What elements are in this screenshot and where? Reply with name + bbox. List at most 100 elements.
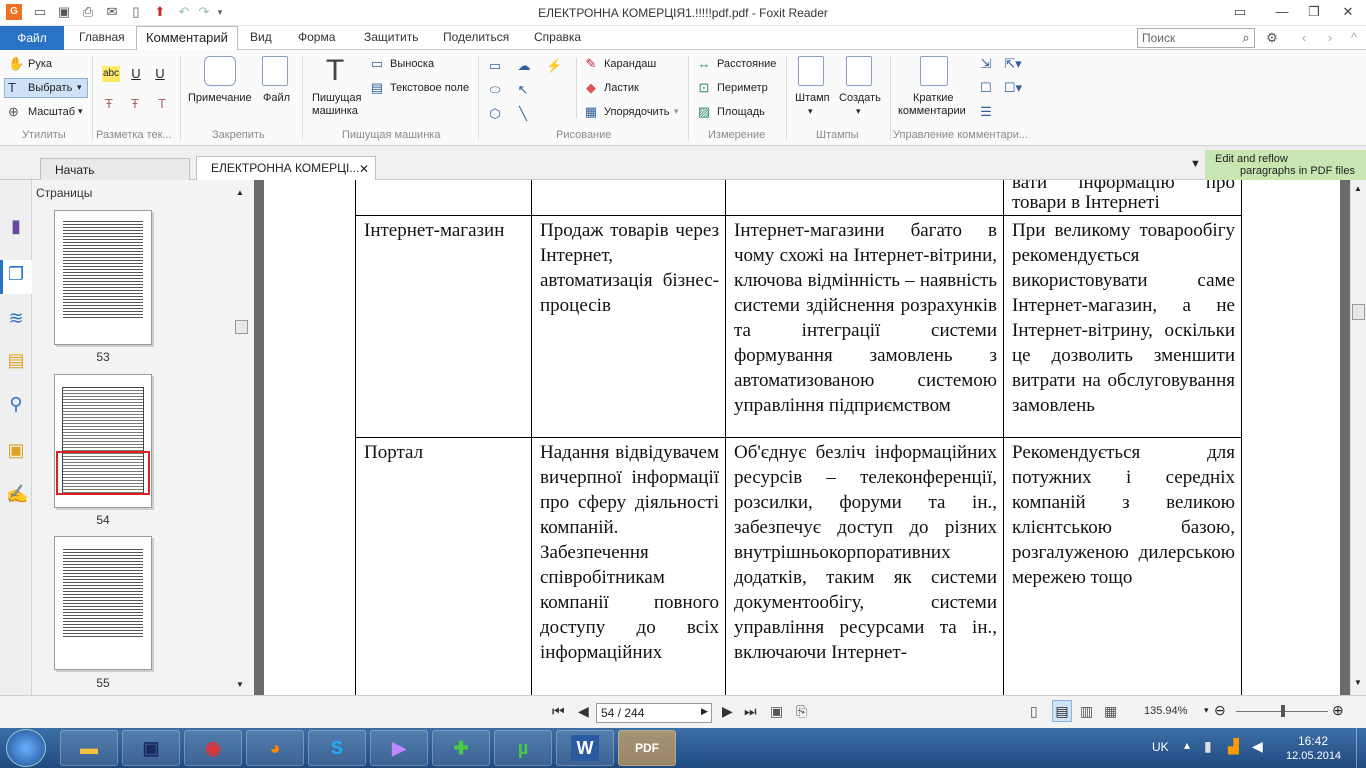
puzzle-app-taskbar-button[interactable]: ✚ [432,730,490,766]
show-hidden-icons-icon[interactable]: ▴ [1184,738,1190,752]
zoom-dropdown-icon[interactable]: ▾ [78,106,83,117]
summary-icon[interactable] [920,56,948,86]
pages-scroll-thumb[interactable] [235,320,248,334]
polyline-icon[interactable]: ⚡ [546,58,562,74]
tabs-dropdown-icon[interactable]: ▼ [1190,158,1201,170]
pages-scrollbar[interactable]: ▲ ▼ [234,186,250,691]
callout-button[interactable]: Выноска [390,58,434,70]
promo-banner[interactable]: Edit and reflow paragraphs in PDF files [1205,150,1366,180]
zoom-dropdown-icon[interactable]: ▾ [1204,705,1209,716]
ribbon-toggle-icon[interactable]: ▭ [1226,2,1254,22]
page-dropdown-icon[interactable]: ▶ [701,706,708,717]
volume-icon[interactable]: ◀ [1252,738,1263,755]
tab-document[interactable]: ЕЛЕКТРОННА КОМЕРЦІ... ✕ [196,156,376,181]
file-attach-icon[interactable] [262,56,288,86]
word-taskbar-button[interactable]: W [556,730,614,766]
select-dropdown-icon[interactable]: ▾ [77,82,82,93]
scroll-down-icon[interactable]: ▼ [236,680,244,689]
clock-date[interactable]: 12.05.2014 [1286,750,1341,762]
maximize-button[interactable]: ❐ [1300,2,1328,22]
forward-icon[interactable]: › [1322,30,1338,46]
skype-taskbar-button[interactable]: S [308,730,366,766]
tab-protect[interactable]: Защитить [364,30,418,44]
tab-view[interactable]: Вид [250,30,272,44]
next-page-icon[interactable]: ▶ [722,703,733,720]
minimize-button[interactable]: — [1268,2,1296,22]
gear-icon[interactable]: ⚙ [1264,30,1280,46]
firefox-taskbar-button[interactable]: ◕ [246,730,304,766]
stamp-icon[interactable] [798,56,824,86]
doc-scroll-down-icon[interactable]: ▼ [1354,678,1362,687]
signature-icon[interactable]: ✍ [6,485,28,503]
scroll-up-icon[interactable]: ▲ [236,188,244,197]
comment-export-icon[interactable]: ⇱▾ [1002,56,1024,72]
rectangle-icon[interactable]: ▭ [488,58,502,74]
continuous-view-icon[interactable]: ▤ [1052,700,1072,722]
visible-area-indicator[interactable] [56,451,150,495]
document-scrollbar[interactable]: ▲ ▼ [1350,180,1366,695]
language-indicator[interactable]: UK [1152,740,1169,754]
zoom-slider-thumb[interactable] [1281,705,1285,717]
zoom-level[interactable]: 135.94% [1144,705,1187,717]
eraser-button[interactable]: Ластик [604,82,639,94]
typewriter-label-1[interactable]: Пишущая [312,92,362,104]
prev-page-icon[interactable]: ◀ [578,703,589,720]
typewriter-label-2[interactable]: машинка [312,105,358,117]
arrange-button[interactable]: Упорядочить [604,106,669,118]
zoom-in-icon[interactable]: ⊕ [1332,702,1344,719]
tab-file[interactable]: Файл [0,26,64,50]
page-thumbnail-54[interactable] [54,374,152,508]
perimeter-button[interactable]: Периметр [717,82,768,94]
create-stamp-button[interactable]: Создать [839,92,881,104]
tab-home[interactable]: Главная [79,30,125,44]
layers-icon[interactable]: ≋ [6,309,26,327]
visual-studio-taskbar-button[interactable]: ▶ [370,730,428,766]
collapse-ribbon-icon[interactable]: ^ [1346,30,1362,46]
replace-text-icon[interactable]: Ŧ [128,96,142,112]
doc-scroll-up-icon[interactable]: ▲ [1354,184,1362,193]
note-button[interactable]: Примечание [188,92,252,104]
note-icon[interactable] [204,56,236,86]
tab-help[interactable]: Справка [534,30,581,44]
tab-share[interactable]: Поделиться [443,30,509,44]
close-button[interactable]: ✕ [1334,2,1362,22]
create-stamp-dropdown-icon[interactable]: ▾ [856,106,861,117]
chrome-taskbar-button[interactable]: ◉ [184,730,242,766]
arrange-dropdown-icon[interactable]: ▾ [674,106,679,117]
attachments-icon[interactable]: ⚲ [6,395,26,413]
summary-label-1[interactable]: Краткие [913,92,954,104]
polygon-icon[interactable]: ⬡ [488,106,502,122]
zoom-out-icon[interactable]: ⊖ [1214,702,1226,719]
show-desktop-button[interactable] [1356,728,1366,768]
close-tab-icon[interactable]: ✕ [359,162,369,176]
squiggly-icon[interactable]: U [154,66,166,82]
page-transition-icon[interactable]: ▣ [770,703,783,720]
extract-page-icon[interactable]: ⎘ [796,703,807,720]
comment-popup-icon[interactable]: ☐▾ [1002,80,1024,96]
zoom-tool-button[interactable]: Масштаб [28,106,75,118]
clock-time[interactable]: 16:42 [1298,734,1328,748]
page-number-input[interactable]: 54 / 244 [596,703,712,723]
search-icon[interactable]: ⌕ [1238,30,1254,46]
pencil-button[interactable]: Карандаш [604,58,656,70]
foxit-taskbar-button[interactable]: PDF [618,730,676,766]
facing-view-icon[interactable]: ▥ [1080,703,1093,720]
security-lock-icon[interactable]: ▣ [6,441,26,459]
bookmarks-icon[interactable]: ▮ [6,217,26,235]
typewriter-icon[interactable]: T [320,54,350,88]
underline-icon[interactable]: U [130,66,142,82]
tab-form[interactable]: Форма [298,30,335,44]
select-tool-button[interactable]: Выбрать [28,82,72,94]
file-attach-button[interactable]: Файл [263,92,290,104]
start-button[interactable] [6,729,46,767]
tab-comment[interactable]: Комментарий [136,26,238,51]
back-icon[interactable]: ‹ [1296,30,1312,46]
arrow-icon[interactable]: ↖ [516,82,530,98]
summary-label-2[interactable]: комментарии [898,105,966,117]
hand-tool-button[interactable]: Рука [28,58,52,70]
area-button[interactable]: Площадь [717,106,765,118]
document-viewer[interactable]: вати інформацію про товари в Інтернеті І… [254,180,1350,695]
textbox-button[interactable]: Текстовое поле [390,82,469,94]
comment-import-icon[interactable]: ⇲ [978,56,994,72]
last-page-icon[interactable]: ⏭ [744,703,757,720]
